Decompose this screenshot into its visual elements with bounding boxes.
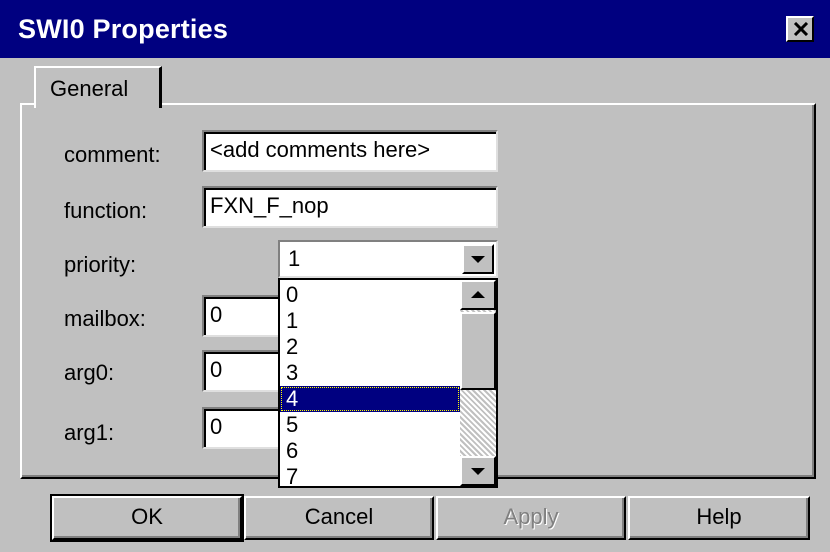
priority-option[interactable]: 0 (280, 282, 460, 308)
arg0-value: 0 (210, 357, 223, 382)
help-button[interactable]: Help (628, 496, 810, 540)
tab-general-label: General (50, 76, 129, 101)
priority-dropdown-list[interactable]: 0 1 2 3 4 5 6 7 (278, 278, 498, 490)
priority-option[interactable]: 7 (280, 464, 460, 490)
title-bar[interactable]: SWI0 Properties (0, 0, 830, 58)
arg0-label: arg0: (64, 360, 115, 385)
priority-option[interactable]: 6 (280, 438, 460, 464)
arrow-down-icon (471, 468, 485, 475)
scroll-down-button[interactable] (460, 456, 496, 486)
comment-label: comment: (64, 142, 161, 167)
dropdown-scrollbar[interactable] (460, 280, 496, 486)
priority-dropdown-button[interactable] (462, 244, 494, 274)
scroll-up-button[interactable] (460, 280, 496, 310)
apply-button: Apply (436, 496, 626, 540)
priority-option[interactable]: 3 (280, 360, 460, 386)
cancel-button[interactable]: Cancel (244, 496, 434, 540)
function-field[interactable]: FXN_F_nop (202, 186, 498, 228)
function-label: function: (64, 198, 148, 223)
priority-option-selected[interactable]: 4 (280, 386, 460, 412)
priority-option[interactable]: 1 (280, 308, 460, 334)
close-button[interactable] (786, 16, 814, 42)
close-icon (793, 22, 809, 36)
arg1-value: 0 (210, 414, 223, 439)
function-value: FXN_F_nop (210, 193, 329, 218)
mailbox-value: 0 (210, 302, 223, 327)
window-title: SWI0 Properties (18, 14, 229, 44)
priority-options: 0 1 2 3 4 5 6 7 (280, 282, 460, 490)
priority-option[interactable]: 2 (280, 334, 460, 360)
scroll-thumb[interactable] (460, 312, 496, 390)
arrow-up-icon (471, 291, 485, 298)
priority-option[interactable]: 5 (280, 412, 460, 438)
properties-dialog: SWI0 Properties General comment: <add co… (0, 0, 830, 552)
comment-field[interactable]: <add comments here> (202, 130, 498, 172)
priority-label: priority: (64, 252, 137, 277)
chevron-down-icon (471, 256, 485, 263)
priority-value: 1 (288, 246, 301, 271)
tab-general[interactable]: General (34, 66, 162, 108)
mailbox-label: mailbox: (64, 306, 146, 331)
arg1-label: arg1: (64, 420, 115, 445)
comment-value: <add comments here> (210, 137, 431, 162)
priority-select[interactable]: 1 (278, 240, 498, 278)
ok-button[interactable]: OK (50, 494, 244, 542)
